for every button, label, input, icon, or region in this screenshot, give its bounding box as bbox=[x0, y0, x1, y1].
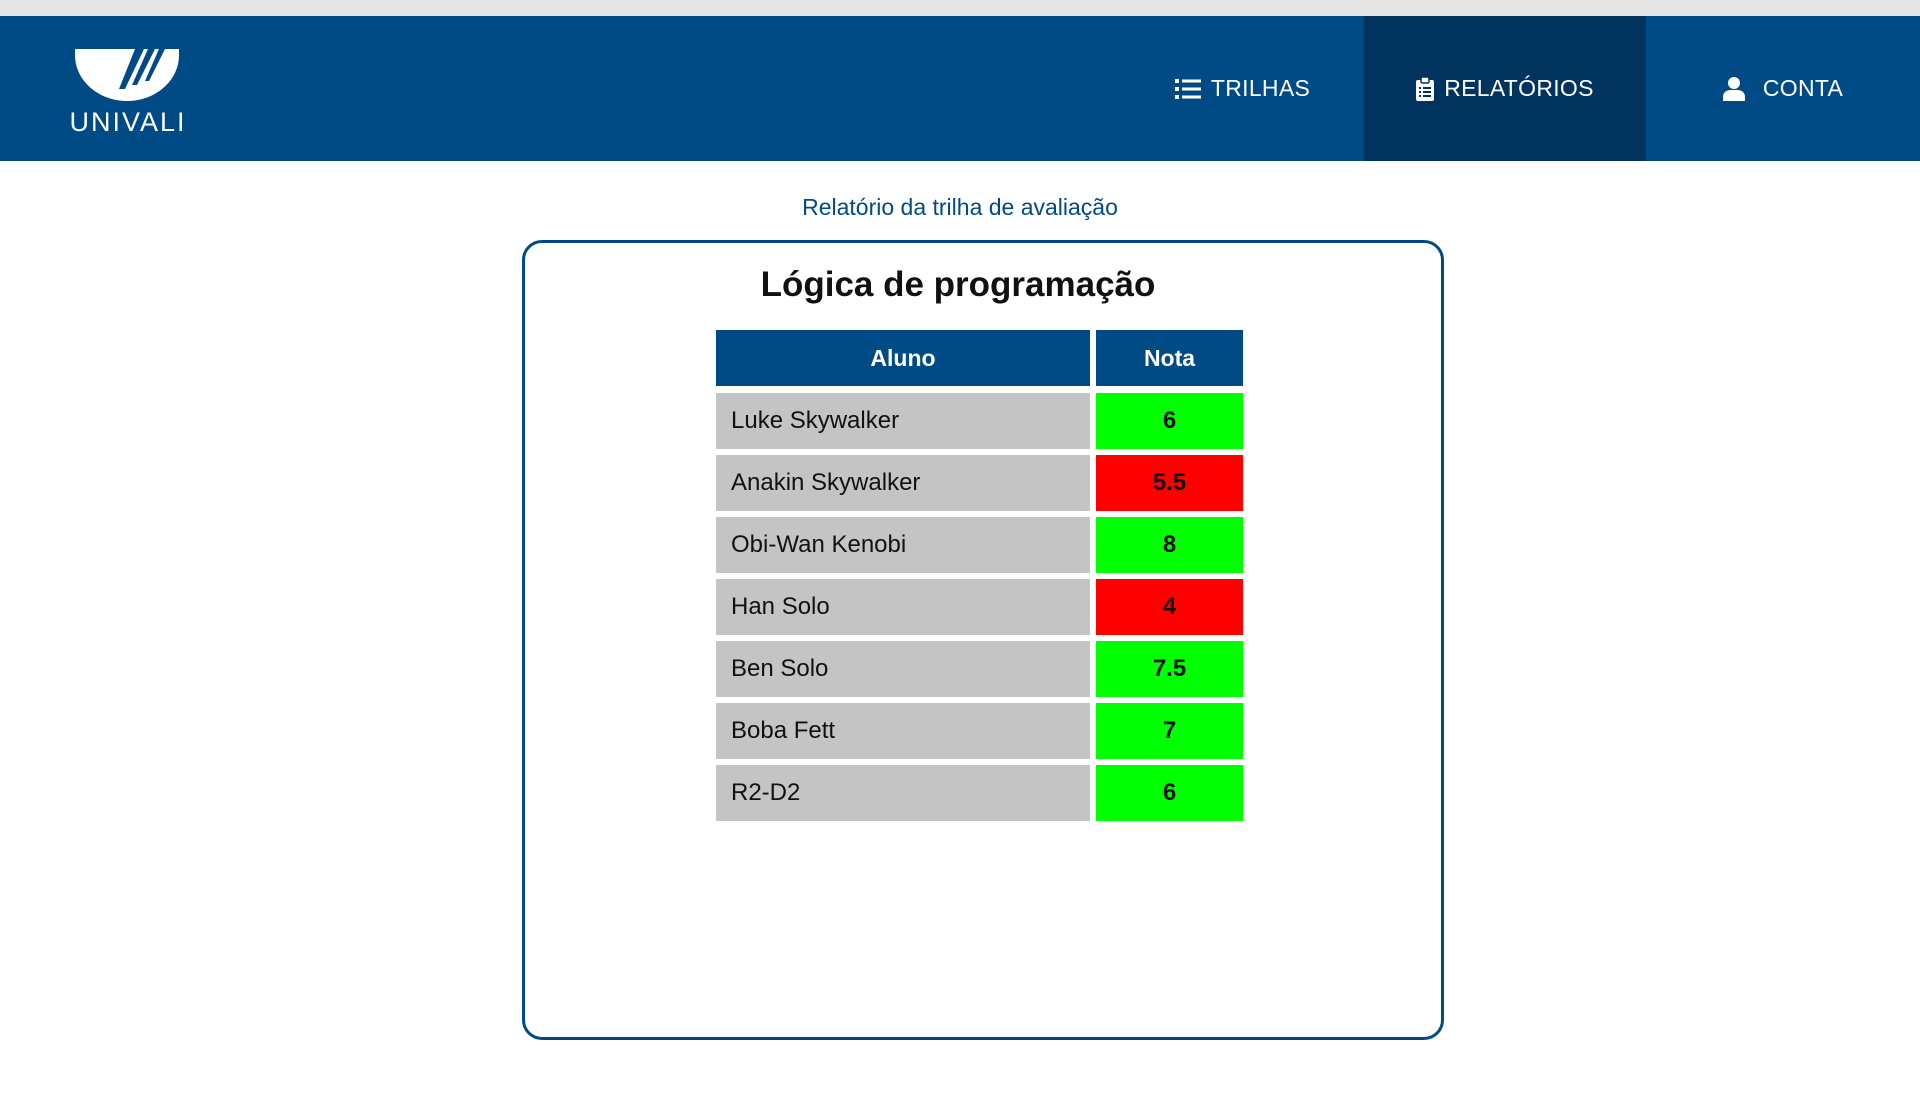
student-name-cell: Luke Skywalker bbox=[716, 393, 1090, 449]
table-row: Han Solo 4 bbox=[716, 579, 1243, 635]
report-title: Lógica de programação bbox=[760, 265, 1156, 304]
report-card: Lógica de programação Aluno Nota Luke Sk… bbox=[522, 240, 1444, 1040]
student-name-cell: Boba Fett bbox=[716, 703, 1090, 759]
student-name-cell: Obi-Wan Kenobi bbox=[716, 517, 1090, 573]
nav-conta[interactable]: CONTA bbox=[1646, 16, 1920, 161]
grade-cell: 8 bbox=[1096, 517, 1243, 573]
student-name-cell: Anakin Skywalker bbox=[716, 455, 1090, 511]
clipboard-icon bbox=[1416, 76, 1435, 101]
list-icon bbox=[1174, 78, 1201, 99]
nav-conta-label: CONTA bbox=[1762, 75, 1844, 101]
student-name-cell: R2-D2 bbox=[716, 765, 1090, 821]
grade-cell: 6 bbox=[1096, 393, 1243, 449]
univali-logo-icon bbox=[75, 49, 179, 101]
table-row: Luke Skywalker 6 bbox=[716, 393, 1243, 449]
table-row: Ben Solo 7.5 bbox=[716, 641, 1243, 697]
grade-cell: 6 bbox=[1096, 765, 1243, 821]
table-row: Anakin Skywalker 5.5 bbox=[716, 455, 1243, 511]
column-header-nota: Nota bbox=[1096, 330, 1243, 386]
grade-cell: 7 bbox=[1096, 703, 1243, 759]
top-navbar: UNIVALI TRILHAS RELATÓRIOS CONTA bbox=[0, 16, 1920, 161]
page-subtitle: Relatório da trilha de avaliação bbox=[802, 194, 1118, 220]
nav-relatorios[interactable]: RELATÓRIOS bbox=[1364, 16, 1646, 161]
column-header-aluno: Aluno bbox=[716, 330, 1090, 386]
grade-cell: 7.5 bbox=[1096, 641, 1243, 697]
nav-trilhas-label: TRILHAS bbox=[1210, 75, 1311, 101]
nav-trilhas[interactable]: TRILHAS bbox=[1120, 16, 1365, 161]
table-row: Boba Fett 7 bbox=[716, 703, 1243, 759]
grade-cell: 4 bbox=[1096, 579, 1243, 635]
univali-logo[interactable]: UNIVALI bbox=[66, 49, 190, 149]
user-icon bbox=[1722, 76, 1745, 101]
table-row: Obi-Wan Kenobi 8 bbox=[716, 517, 1243, 573]
table-row: R2-D2 6 bbox=[716, 765, 1243, 821]
student-name-cell: Ben Solo bbox=[716, 641, 1090, 697]
grade-cell: 5.5 bbox=[1096, 455, 1243, 511]
student-name-cell: Han Solo bbox=[716, 579, 1090, 635]
table-header-row: Aluno Nota bbox=[716, 330, 1243, 386]
nav-relatorios-label: RELATÓRIOS bbox=[1444, 75, 1594, 101]
browser-top-strip bbox=[0, 0, 1920, 16]
logo-text: UNIVALI bbox=[69, 107, 187, 137]
